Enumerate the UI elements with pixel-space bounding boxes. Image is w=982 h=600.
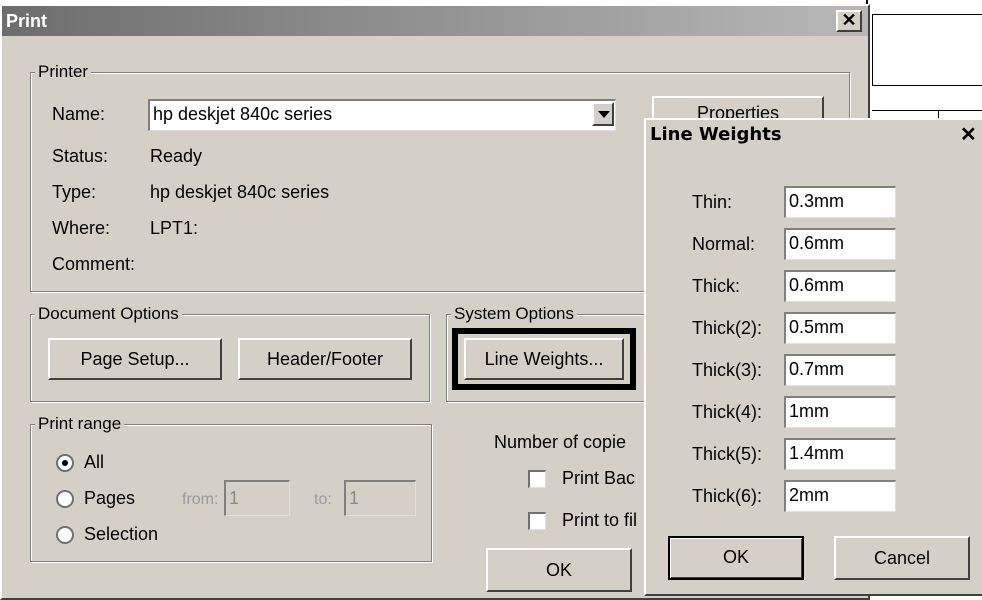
line-weights-title: Line Weights <box>650 124 782 145</box>
thick2-input[interactable]: 0.5mm <box>784 312 896 344</box>
normal-value: 0.6mm <box>789 233 845 253</box>
close-icon[interactable]: ✕ <box>836 10 862 32</box>
chevron-down-icon[interactable] <box>592 102 614 126</box>
line-weights-button-label: Line Weights... <box>484 349 604 369</box>
thick-value: 0.6mm <box>789 275 845 295</box>
status-label: Status: <box>52 146 109 166</box>
print-background-checkbox[interactable] <box>528 470 546 488</box>
header-footer-button[interactable]: Header/Footer <box>238 338 412 380</box>
thick3-input[interactable]: 0.7mm <box>784 354 896 386</box>
from-input[interactable]: 1 <box>224 480 290 516</box>
printer-group-legend: Printer <box>35 61 92 83</box>
close-icon[interactable]: ✕ <box>960 124 982 146</box>
type-value: hp deskjet 840c series <box>150 182 330 202</box>
system-options-legend: System Options <box>451 303 577 325</box>
thick-label: Thick: <box>692 276 741 296</box>
line-weights-cancel-button[interactable]: Cancel <box>834 536 970 580</box>
where-value: LPT1: <box>150 218 199 238</box>
from-label: from: <box>182 491 219 508</box>
status-value: Ready <box>150 146 203 166</box>
pages-label: Pages <box>84 488 136 508</box>
line-weights-cancel-label: Cancel <box>873 548 931 568</box>
thick2-label: Thick(2): <box>692 318 763 338</box>
thick-input[interactable]: 0.6mm <box>784 270 896 302</box>
print-range-legend: Print range <box>35 413 125 435</box>
thick4-label: Thick(4): <box>692 402 763 422</box>
thick2-value: 0.5mm <box>789 317 845 337</box>
print-dialog-titlebar: Print <box>2 6 868 36</box>
printer-name-value: hp deskjet 840c series <box>153 104 333 124</box>
print-background-label: Print Bac <box>562 468 636 488</box>
thick5-value: 1.4mm <box>789 443 845 463</box>
print-to-file-label: Print to fil <box>562 510 638 530</box>
printer-name-select[interactable]: hp deskjet 840c series <box>148 99 616 131</box>
all-radio[interactable] <box>56 454 74 472</box>
copies-label: Number of copie <box>494 432 627 452</box>
print-dialog-title: Print <box>6 11 48 31</box>
from-value: 1 <box>229 488 240 508</box>
normal-label: Normal: <box>692 234 756 254</box>
print-ok-button[interactable]: OK <box>486 548 632 592</box>
all-label: All <box>84 452 105 472</box>
thick4-input[interactable]: 1mm <box>784 396 896 428</box>
document-options-legend: Document Options <box>35 303 182 325</box>
print-ok-button-label: OK <box>545 560 572 580</box>
selection-radio[interactable] <box>56 526 74 544</box>
to-input[interactable]: 1 <box>344 480 416 516</box>
selection-label: Selection <box>84 524 159 544</box>
line-weights-button[interactable]: Line Weights... <box>464 338 624 380</box>
header-footer-button-label: Header/Footer <box>266 349 384 369</box>
line-weights-dialog: Line Weights ✕ Thin: 0.3mm Normal: 0.6mm… <box>644 118 982 596</box>
thin-label: Thin: <box>692 192 733 212</box>
thick3-label: Thick(3): <box>692 360 763 380</box>
thick5-input[interactable]: 1.4mm <box>784 438 896 470</box>
pages-radio[interactable] <box>56 490 74 508</box>
thick4-value: 1mm <box>789 401 829 421</box>
thick5-label: Thick(5): <box>692 444 763 464</box>
type-label: Type: <box>52 182 97 202</box>
line-weights-ok-button[interactable]: OK <box>668 536 804 580</box>
normal-input[interactable]: 0.6mm <box>784 228 896 260</box>
thin-value: 0.3mm <box>789 191 845 211</box>
thick6-label: Thick(6): <box>692 486 763 506</box>
comment-label: Comment: <box>52 254 136 274</box>
thick6-value: 2mm <box>789 485 829 505</box>
thin-input[interactable]: 0.3mm <box>784 186 896 218</box>
page-setup-button-label: Page Setup... <box>80 349 190 369</box>
print-to-file-checkbox[interactable] <box>528 512 546 530</box>
to-value: 1 <box>349 488 360 508</box>
printer-name-label: Name: <box>52 104 106 124</box>
to-label: to: <box>314 491 332 508</box>
thick6-input[interactable]: 2mm <box>784 480 896 512</box>
line-weights-ok-label: OK <box>722 547 749 567</box>
page-setup-button[interactable]: Page Setup... <box>48 338 222 380</box>
thick3-value: 0.7mm <box>789 359 845 379</box>
line-weights-titlebar: Line Weights <box>646 120 982 150</box>
where-label: Where: <box>52 218 111 238</box>
